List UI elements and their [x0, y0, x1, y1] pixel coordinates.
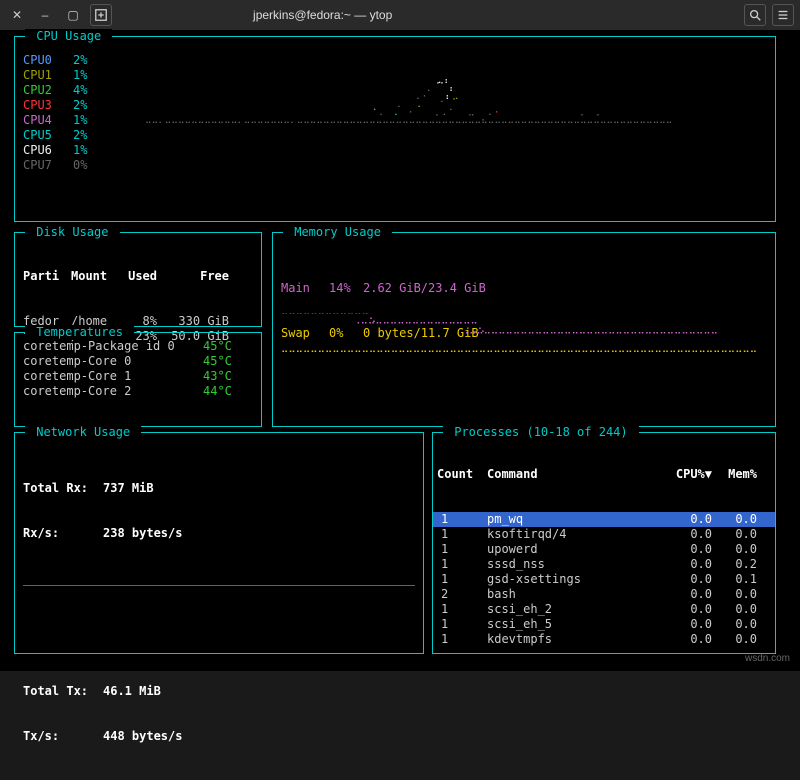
processes-panel-title: Processes (10-18 of 244) [443, 425, 639, 440]
minimize-button[interactable]: – [34, 4, 56, 26]
process-row[interactable]: 1ksoftirqd/40.00.0 [433, 527, 775, 542]
network-divider [23, 585, 415, 586]
network-panel-title: Network Usage [25, 425, 141, 440]
process-row[interactable]: 1sssd_nss0.00.2 [433, 557, 775, 572]
network-rx-total: Total Rx:737 MiB [23, 481, 415, 496]
processes-rows[interactable]: 1pm_wq0.00.01ksoftirqd/40.00.01upowerd0.… [433, 512, 775, 647]
process-row[interactable]: 1upowerd0.00.0 [433, 542, 775, 557]
temperature-row: coretemp-Package id 045°C [23, 339, 253, 354]
process-row[interactable]: 1gsd-xsettings0.00.1 [433, 572, 775, 587]
network-tx-total: Total Tx:46.1 MiB [23, 684, 415, 699]
memory-graph: ⠉⠉⠉⠉⠉⠉⠉⠉⠉⠉⠉⠉⢄ ⠈⠉⠉⠉⠉⠉⠉⠉⠉⠉⠉⠉⠉⠉⠉⠉⠉⢄ ⠈⠉⠉⠉⠉⠉⠉… [281, 313, 767, 418]
temperatures-panel: Temperatures coretemp-Package id 045°Cco… [14, 332, 262, 427]
maximize-button[interactable]: ▢ [62, 4, 84, 26]
menu-button[interactable] [772, 4, 794, 26]
network-tx-rate: Tx/s:448 bytes/s [23, 729, 415, 744]
processes-header-row: CountCommandCPU%▼Mem% [433, 467, 775, 482]
search-button[interactable] [744, 4, 766, 26]
process-row[interactable]: 1scsi_eh_20.00.0 [433, 602, 775, 617]
disk-panel-title: Disk Usage [25, 225, 120, 240]
temps-panel-title: Temperatures [25, 325, 134, 340]
disk-usage-panel: Disk Usage PartiMountUsedFree fedor/home… [14, 232, 262, 327]
process-row[interactable]: 1scsi_eh_50.00.0 [433, 617, 775, 632]
window-titlebar: ✕ – ▢ jperkins@fedora:~ — ytop [0, 0, 800, 30]
new-tab-button[interactable] [90, 4, 112, 26]
process-row[interactable]: 1pm_wq0.00.0 [433, 512, 775, 527]
cpu-graph: ⡀⡄ ⡀⠈⠁⢠ ⡀⠄ ⡄⢀ ⢀ ⡀ ⠂ ⠁ [145, 51, 767, 213]
temperature-row: coretemp-Core 244°C [23, 384, 253, 399]
network-rx-rate: Rx/s:238 bytes/s [23, 526, 415, 541]
watermark: wsdn.com [745, 653, 790, 666]
network-usage-panel: Network Usage Total Rx:737 MiB Rx/s:238 … [14, 432, 424, 654]
window-title: jperkins@fedora:~ — ytop [118, 8, 527, 22]
temps-rows: coretemp-Package id 045°Ccoretemp-Core 0… [15, 333, 261, 405]
process-row[interactable]: 1kdevtmpfs0.00.0 [433, 632, 775, 647]
disk-header-row: PartiMountUsedFree [23, 269, 253, 284]
memory-main-row: Main14%2.62 GiB/23.4 GiB [281, 281, 767, 296]
memory-panel-title: Memory Usage [283, 225, 392, 240]
cpu-panel-title: CPU Usage [25, 29, 112, 44]
temperature-row: coretemp-Core 143°C [23, 369, 253, 384]
processes-panel: Processes (10-18 of 244) CountCommandCPU… [432, 432, 776, 654]
memory-usage-panel: Memory Usage Main14%2.62 GiB/23.4 GiB Sw… [272, 232, 776, 427]
temperature-row: coretemp-Core 045°C [23, 354, 253, 369]
process-row[interactable]: 2bash0.00.0 [433, 587, 775, 602]
cpu-usage-panel: CPU Usage CPU02%CPU11%CPU24%CPU32%CPU41%… [14, 36, 776, 222]
terminal-area[interactable]: CPU Usage CPU02%CPU11%CPU24%CPU32%CPU41%… [0, 30, 800, 671]
close-button[interactable]: ✕ [6, 4, 28, 26]
